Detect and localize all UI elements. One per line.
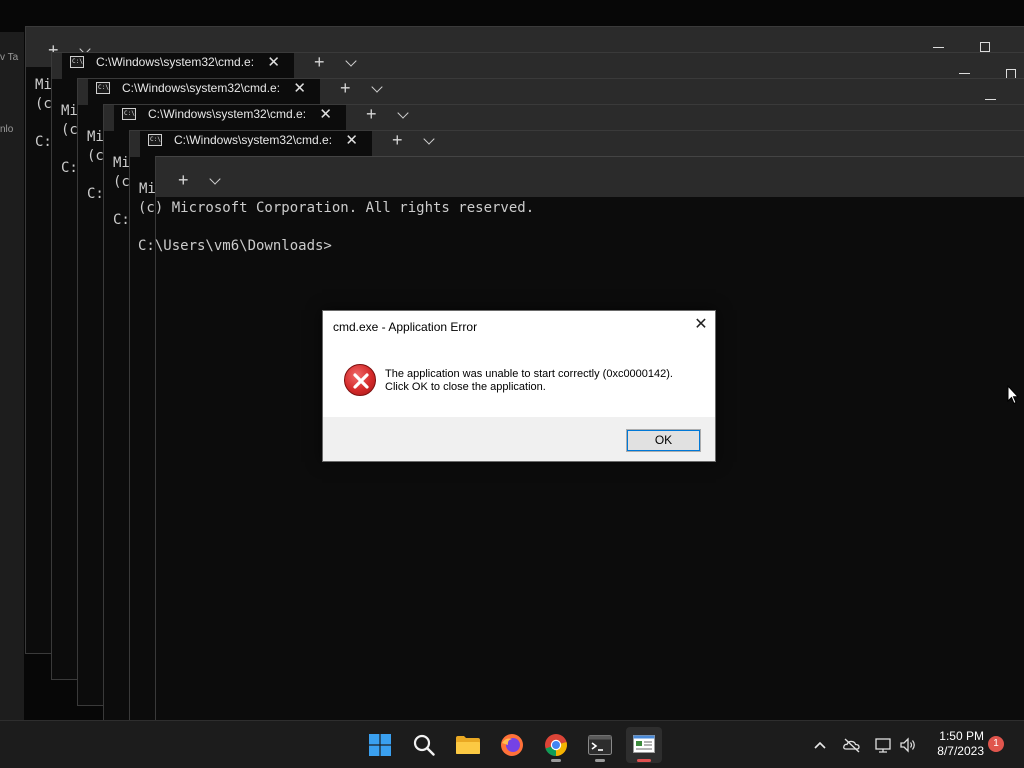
taskbar <box>0 720 1024 768</box>
cmd-icon: C:\ <box>70 56 84 68</box>
cmd-icon: C:\ <box>96 82 110 94</box>
running-indicator <box>595 759 605 762</box>
onedrive-offline-icon[interactable] <box>842 735 862 755</box>
minimize-button[interactable] <box>985 99 996 100</box>
cmd-error-app-button[interactable] <box>626 727 662 763</box>
chrome-button[interactable] <box>538 727 574 763</box>
terminal-text: Mi <box>113 155 130 171</box>
background-browser-window[interactable]: v Ta nlo <box>0 32 24 722</box>
background-tab-fragment: v Ta <box>0 52 19 63</box>
terminal-titlebar[interactable]: + <box>156 157 1024 197</box>
windows-logo-icon <box>369 734 391 756</box>
terminal-text: Mi <box>139 181 156 197</box>
firefox-button[interactable] <box>494 727 530 763</box>
app-window-icon <box>633 735 655 753</box>
volume-icon[interactable] <box>898 735 918 755</box>
search-button[interactable] <box>406 727 442 763</box>
terminal-text: C: <box>87 186 104 202</box>
error-icon <box>344 364 376 396</box>
terminal-text: (c <box>87 148 104 164</box>
dialog-message: The application was unable to start corr… <box>385 368 705 394</box>
tab-dropdown-chevron-icon[interactable] <box>345 55 357 67</box>
tab-title: C:\Windows\system32\cmd.e: <box>148 107 306 121</box>
dialog-title: cmd.exe - Application Error <box>333 320 478 334</box>
tab-close-button[interactable]: ✕ <box>293 79 306 97</box>
new-tab-button[interactable]: + <box>392 131 403 149</box>
taskbar-clock[interactable]: 1:50 PM 8/7/2023 <box>924 729 984 759</box>
firefox-icon <box>501 734 523 756</box>
minimize-button[interactable] <box>933 47 944 48</box>
running-indicator <box>463 759 473 762</box>
terminal-copyright-line: (c) Microsoft Corporation. All rights re… <box>138 200 535 216</box>
folder-icon <box>456 736 480 754</box>
mouse-cursor-icon <box>1007 384 1020 410</box>
cmd-icon: C:\ <box>122 108 136 120</box>
tab-dropdown-chevron-icon[interactable] <box>209 173 221 185</box>
terminal-titlebar[interactable]: C:\ C:\Windows\system32\cmd.e: ✕ + <box>52 53 1024 79</box>
terminal-tab[interactable]: C:\ C:\Windows\system32\cmd.e: ✕ <box>62 53 294 79</box>
terminal-prompt-line[interactable]: C:\Users\vm6\Downloads> <box>138 238 332 254</box>
tab-close-button[interactable]: ✕ <box>319 105 332 123</box>
tab-title: C:\Windows\system32\cmd.e: <box>96 55 254 69</box>
terminal-text: C: <box>35 134 52 150</box>
terminal-text: Mi <box>35 77 52 93</box>
active-indicator <box>637 759 651 762</box>
new-tab-button[interactable]: + <box>178 171 189 189</box>
running-indicator <box>551 759 561 762</box>
desktop: v Ta nlo + Mi (c C: C:\ C:\Windows\syste… <box>0 0 1024 768</box>
minimize-button[interactable] <box>959 73 970 74</box>
terminal-tab[interactable]: C:\ C:\Windows\system32\cmd.e: ✕ <box>114 105 346 131</box>
start-button[interactable] <box>362 727 398 763</box>
terminal-text: C: <box>61 160 78 176</box>
tab-title: C:\Windows\system32\cmd.e: <box>174 133 332 147</box>
dialog-close-button[interactable]: ✕ <box>691 315 711 335</box>
application-error-dialog[interactable]: cmd.exe - Application Error ✕ The applic… <box>322 310 716 462</box>
ok-button[interactable]: OK <box>626 429 701 452</box>
terminal-text: (c <box>113 174 130 190</box>
tab-title: C:\Windows\system32\cmd.e: <box>122 81 280 95</box>
tab-dropdown-chevron-icon[interactable] <box>371 81 383 93</box>
terminal-tab[interactable]: C:\ C:\Windows\system32\cmd.e: ✕ <box>88 79 320 105</box>
background-text-fragment: nlo <box>0 124 14 135</box>
dialog-message-line: The application was unable to start corr… <box>385 368 673 380</box>
terminal-titlebar[interactable]: C:\ C:\Windows\system32\cmd.e: ✕ + <box>130 131 1024 157</box>
chevron-up-icon[interactable] <box>810 735 830 755</box>
new-tab-button[interactable]: + <box>314 53 325 71</box>
cmd-icon: C:\ <box>148 134 162 146</box>
new-tab-button[interactable]: + <box>340 79 351 97</box>
maximize-button[interactable] <box>980 42 990 52</box>
terminal-text: Mi <box>87 129 104 145</box>
search-icon <box>413 734 435 756</box>
terminal-text: Mi <box>61 103 78 119</box>
tab-dropdown-chevron-icon[interactable] <box>397 107 409 119</box>
dialog-message-line: Click OK to close the application. <box>385 381 546 393</box>
chrome-icon <box>545 734 567 757</box>
file-explorer-button[interactable] <box>450 727 486 763</box>
terminal-icon <box>588 735 612 755</box>
terminal-button[interactable] <box>582 727 618 763</box>
network-icon[interactable] <box>874 735 894 755</box>
new-tab-button[interactable]: + <box>366 105 377 123</box>
clock-time: 1:50 PM <box>939 729 984 743</box>
terminal-text: C: <box>113 212 130 228</box>
clock-date: 8/7/2023 <box>937 744 984 758</box>
terminal-tab[interactable]: C:\ C:\Windows\system32\cmd.e: ✕ <box>140 131 372 157</box>
terminal-text: (c <box>35 96 52 112</box>
dialog-footer: OK <box>323 417 715 461</box>
tab-close-button[interactable]: ✕ <box>267 53 280 71</box>
notification-badge[interactable]: 1 <box>988 736 1004 752</box>
terminal-titlebar[interactable]: C:\ C:\Windows\system32\cmd.e: ✕ + <box>104 105 1024 131</box>
terminal-titlebar[interactable]: C:\ C:\Windows\system32\cmd.e: ✕ + <box>78 79 1024 105</box>
terminal-text: (c <box>61 122 78 138</box>
tab-dropdown-chevron-icon[interactable] <box>423 133 435 145</box>
tab-close-button[interactable]: ✕ <box>345 131 358 149</box>
